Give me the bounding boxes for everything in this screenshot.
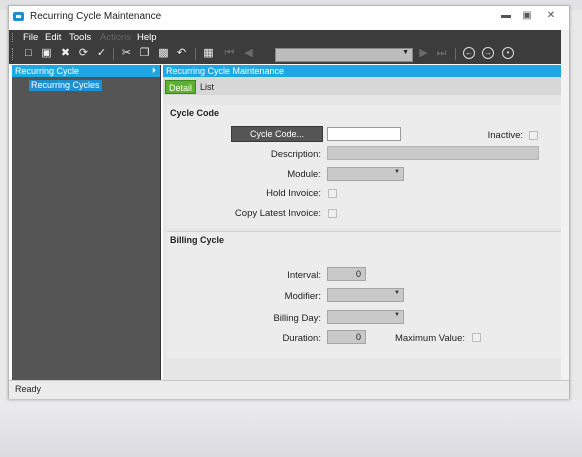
chevron-down-icon: ▼ (394, 169, 400, 175)
menu-help[interactable]: Help (137, 32, 157, 43)
background-bottom (0, 400, 582, 457)
maximum-value-label: Maximum Value: (394, 333, 465, 344)
maximum-value-checkbox[interactable] (472, 333, 481, 342)
app-window: Recurring Cycle Maintenance ▬ ▣ ✕ File E… (8, 5, 570, 399)
forward-icon[interactable]: → (482, 47, 494, 59)
previous-record-icon[interactable]: ◀ (242, 47, 255, 60)
delete-icon[interactable]: ✖ (59, 47, 72, 60)
chevron-down-icon: ▼ (394, 312, 400, 318)
toolbar-separator (455, 48, 456, 60)
hold-invoice-checkbox[interactable] (328, 189, 337, 198)
toolbar-separator (113, 48, 114, 60)
window-title: Recurring Cycle Maintenance (30, 11, 162, 22)
app-icon (13, 12, 24, 21)
tab-list[interactable]: List (197, 80, 217, 94)
save-icon[interactable]: ▣ (40, 47, 53, 60)
cycle-code-section: Cycle Code Cycle Code... Inactive: Descr… (167, 105, 565, 229)
menu-bar: File Edit Tools Actions Help (9, 30, 561, 44)
restore-button[interactable]: ▣ (519, 10, 535, 22)
tree-item-recurring-cycles[interactable]: Recurring Cycles (29, 80, 102, 91)
copy-latest-invoice-label: Copy Latest Invoice: (234, 208, 321, 219)
billing-cycle-section: Billing Cycle Interval: 0 Modifier: ▼ Bi… (167, 232, 565, 358)
navigation-pane-title: Recurring Cycle (15, 66, 80, 76)
title-bar: Recurring Cycle Maintenance ▬ ▣ ✕ (9, 6, 569, 28)
billing-day-label: Billing Day: (273, 313, 321, 324)
new-icon[interactable]: □ (22, 47, 35, 60)
record-navigator-select[interactable]: ▼ (275, 48, 413, 62)
toolbar-separator (195, 48, 196, 60)
menu-tools[interactable]: Tools (69, 32, 91, 43)
home-icon[interactable]: • (502, 47, 514, 59)
status-text: Ready (15, 384, 42, 394)
billing-day-select[interactable]: ▼ (327, 310, 404, 324)
binoculars-icon[interactable]: ▦ (202, 47, 215, 60)
menu-grip (12, 33, 15, 42)
navigation-pane: Recurring Cycle ⏵ Recurring Cycles (12, 65, 161, 380)
toolbar: □ ▣ ✖ ⟳ ✓ ✂ ❐ ▩ ↶ ▦ ⏮ ◀ ▼ ▶ ⏭ ← → • (9, 44, 561, 64)
module-label: Module: (287, 169, 321, 180)
inactive-checkbox[interactable] (529, 131, 538, 140)
menu-edit[interactable]: Edit (45, 32, 61, 43)
close-button[interactable]: ✕ (543, 10, 559, 22)
cycle-code-input[interactable] (327, 127, 401, 141)
status-bar: Ready (9, 380, 569, 399)
cut-icon[interactable]: ✂ (120, 47, 133, 60)
chevron-down-icon: ▼ (394, 290, 400, 296)
toolbar-grip (12, 48, 15, 60)
menu-file[interactable]: File (23, 32, 38, 43)
main-pane-header: Recurring Cycle Maintenance (163, 65, 569, 77)
duration-input[interactable]: 0 (327, 330, 366, 344)
last-record-icon[interactable]: ⏭ (435, 47, 448, 60)
description-input[interactable] (327, 146, 539, 160)
copy-icon[interactable]: ❐ (138, 47, 151, 60)
tab-detail[interactable]: Detail (165, 80, 197, 94)
cycle-code-lookup-button[interactable]: Cycle Code... (231, 126, 323, 142)
description-label: Description: (270, 149, 321, 160)
billing-cycle-section-title: Billing Cycle (170, 235, 225, 245)
navigation-pane-header: Recurring Cycle ⏵ (12, 65, 160, 77)
hold-invoice-label: Hold Invoice: (266, 188, 321, 199)
back-icon[interactable]: ← (463, 47, 475, 59)
main-pane: Recurring Cycle Maintenance Detail List … (163, 65, 569, 380)
interval-input[interactable]: 0 (327, 267, 366, 281)
chevron-down-icon: ▼ (402, 49, 409, 56)
menu-actions[interactable]: Actions (100, 32, 131, 43)
refresh-icon[interactable]: ⟳ (77, 47, 90, 60)
cycle-code-section-title: Cycle Code (170, 108, 220, 118)
pin-icon[interactable]: ⏵ (152, 65, 156, 77)
next-record-icon[interactable]: ▶ (417, 47, 430, 60)
clear-icon[interactable]: ✓ (95, 47, 108, 60)
duration-label: Duration: (282, 333, 321, 344)
module-select[interactable]: ▼ (327, 167, 404, 181)
undo-icon[interactable]: ↶ (175, 47, 188, 60)
window-right-edge (561, 30, 569, 380)
copy-latest-invoice-checkbox[interactable] (328, 209, 337, 218)
first-record-icon[interactable]: ⏮ (223, 47, 236, 60)
inactive-label: Inactive: (487, 130, 523, 141)
modifier-label: Modifier: (284, 291, 321, 302)
tab-strip: Detail List (163, 77, 569, 95)
modifier-select[interactable]: ▼ (327, 288, 404, 302)
interval-label: Interval: (287, 270, 321, 281)
paste-icon[interactable]: ▩ (157, 47, 170, 60)
minimize-button[interactable]: ▬ (498, 10, 514, 22)
